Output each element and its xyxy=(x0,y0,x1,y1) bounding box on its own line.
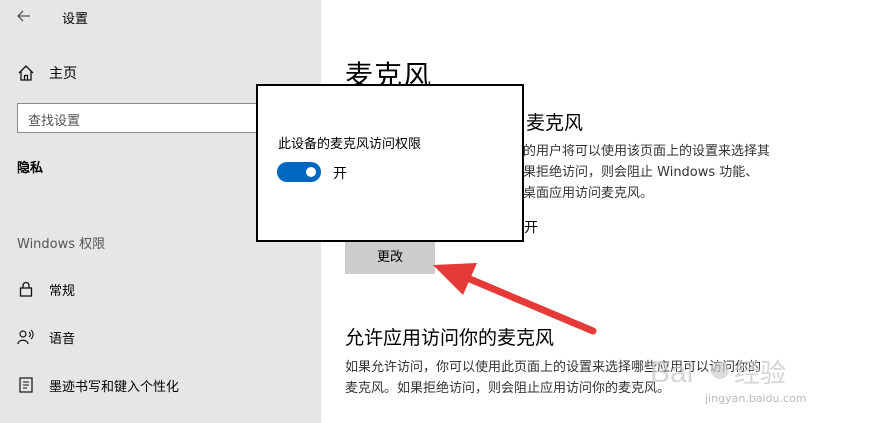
toggle-label: 开 xyxy=(333,166,347,182)
sidebar-item-label: 语音 xyxy=(49,331,76,347)
sidebar-item-label: 墨迹书写和键入个性化 xyxy=(49,379,180,395)
lock-icon xyxy=(19,281,33,297)
nav-home-label: 主页 xyxy=(49,66,77,82)
device-access-heading: 麦克风 xyxy=(526,112,584,134)
svg-text:经验: 经验 xyxy=(734,359,786,389)
sidebar-item-speech[interactable]: 语音 xyxy=(17,326,75,348)
popup-title: 此设备的麦克风访问权限 xyxy=(278,137,422,152)
device-access-status: 开 xyxy=(524,220,538,236)
nav-home[interactable]: 主页 xyxy=(17,62,77,84)
annotation-arrow-icon xyxy=(433,263,597,335)
access-popup: 此设备的麦克风访问权限 开 xyxy=(256,84,524,242)
desc-line: 果拒绝访问，则会阻止 Windows 功能、 xyxy=(523,165,759,180)
sidebar-item-label: 常规 xyxy=(49,283,76,299)
sidebar-item-inking[interactable]: 墨迹书写和键入个性化 xyxy=(17,374,179,396)
search-input[interactable]: 查找设置 xyxy=(17,103,267,133)
arrow-left-icon[interactable] xyxy=(16,8,32,24)
change-button[interactable]: 更改 xyxy=(345,242,435,274)
desc-line: 的用户将可以使用该页面上的设置来选择其 xyxy=(523,144,771,159)
mic-access-toggle[interactable] xyxy=(277,162,321,182)
svg-text:Bai: Bai xyxy=(650,356,693,389)
desc-line: 桌面应用访问麦克风。 xyxy=(523,186,654,201)
home-icon xyxy=(18,65,34,81)
app-title: 设置 xyxy=(62,12,89,27)
speech-icon xyxy=(17,329,34,345)
inking-icon xyxy=(19,377,33,393)
watermark-text: jingyan.baidu.com xyxy=(705,392,807,405)
title-bar: 设置 xyxy=(0,0,321,32)
section-heading-privacy: 隐私 xyxy=(17,161,44,176)
section-heading-windows-permissions: Windows 权限 xyxy=(17,237,106,252)
toggle-knob xyxy=(306,167,316,177)
device-access-description: 的用户将可以使用该页面上的设置来选择其 果拒绝访问，则会阻止 Windows 功… xyxy=(523,141,823,204)
sidebar-item-general[interactable]: 常规 xyxy=(17,278,75,300)
